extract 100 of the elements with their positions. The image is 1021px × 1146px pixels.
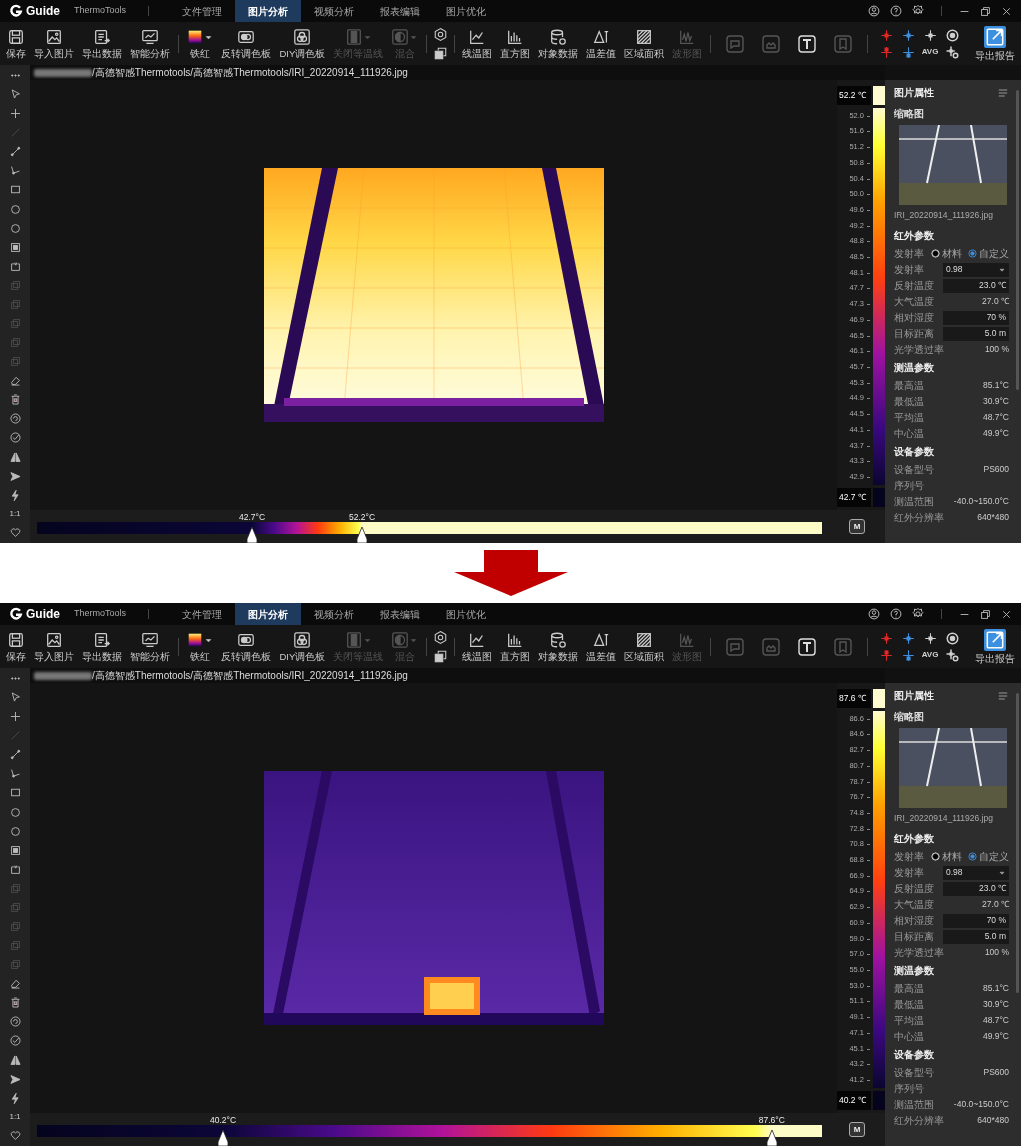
eraser-icon[interactable] <box>8 977 22 991</box>
tab[interactable]: 文件管理 <box>169 603 236 625</box>
smart-analysis-button[interactable]: 智能分析 <box>128 28 172 59</box>
circle-icon[interactable] <box>8 202 22 216</box>
palette-dropdown[interactable]: 铁红 <box>184 28 216 59</box>
maximize-icon[interactable] <box>979 607 992 621</box>
line-segment-icon[interactable] <box>8 145 22 159</box>
focus-square-icon[interactable] <box>8 240 22 254</box>
area-button[interactable]: 区域面积 <box>622 631 667 662</box>
import-image-button[interactable]: 导入图片 <box>32 631 76 662</box>
rotate-icon[interactable] <box>8 412 22 426</box>
input-field[interactable]: 70 % <box>943 310 1009 325</box>
pointer-icon[interactable] <box>8 88 22 102</box>
emissivity-dropdown[interactable]: 0.98 <box>943 865 1009 880</box>
crosshair-icon[interactable] <box>900 647 916 663</box>
crosshair-icon[interactable] <box>922 27 938 43</box>
zoom-ratio-button[interactable]: 1:1 <box>9 1110 21 1123</box>
heart-icon[interactable] <box>8 1128 22 1142</box>
polyline-icon[interactable] <box>8 767 22 781</box>
crosshair-icon[interactable] <box>922 630 938 646</box>
input-field[interactable]: 23.0 ℃ <box>943 881 1009 896</box>
slider-handle[interactable] <box>357 526 367 543</box>
check-circle-icon[interactable] <box>8 1034 22 1048</box>
lightning-icon[interactable] <box>8 488 22 502</box>
focus-square-icon[interactable] <box>8 843 22 857</box>
slider-handle[interactable] <box>218 1129 229 1146</box>
avg-label[interactable]: AVG <box>921 46 939 58</box>
radio-button[interactable] <box>968 852 977 862</box>
temperature-difference-button[interactable]: 温差值 <box>584 631 619 662</box>
avg-label[interactable]: AVG <box>921 649 939 661</box>
tab[interactable]: 图片优化 <box>433 603 500 625</box>
invert-palette-button[interactable]: 反转调色板 <box>219 28 274 59</box>
export-data-button[interactable]: 导出数据 <box>80 28 124 59</box>
hexagon-icon[interactable] <box>432 629 448 645</box>
copy-icon[interactable] <box>432 648 448 664</box>
diy-palette-button[interactable]: DIY调色板 <box>277 631 328 662</box>
send-icon[interactable] <box>8 1072 22 1086</box>
tab[interactable]: 视频分析 <box>301 0 368 22</box>
circle-icon[interactable] <box>8 221 22 235</box>
text-icon[interactable] <box>796 636 817 657</box>
import-image-button[interactable]: 导入图片 <box>32 28 76 59</box>
crosshair-icon[interactable] <box>8 107 22 121</box>
input-field[interactable]: 5.0 m <box>943 929 1009 944</box>
account-icon[interactable] <box>867 607 881 621</box>
pointer-icon[interactable] <box>8 691 22 705</box>
flip-icon[interactable] <box>8 450 22 464</box>
tab[interactable]: 文件管理 <box>169 0 236 22</box>
line-chart-button[interactable]: 线温图 <box>460 631 495 662</box>
maximize-icon[interactable] <box>979 4 992 18</box>
eraser-icon[interactable] <box>8 374 22 388</box>
input-field[interactable]: 70 % <box>943 913 1009 928</box>
input-field[interactable]: 5.0 m <box>943 326 1009 341</box>
radio-button[interactable] <box>968 249 977 259</box>
scrollbar[interactable] <box>1016 693 1019 993</box>
send-icon[interactable] <box>8 469 22 483</box>
flip-icon[interactable] <box>8 1053 22 1067</box>
palette-dropdown[interactable]: 铁红 <box>184 631 216 662</box>
area-button[interactable]: 区域面积 <box>622 28 667 59</box>
mode-button[interactable]: M <box>849 1122 865 1137</box>
text-icon[interactable] <box>796 33 817 54</box>
histogram-button[interactable]: 直方图 <box>498 28 533 59</box>
text-box-icon[interactable] <box>8 862 22 876</box>
lightning-icon[interactable] <box>8 1091 22 1105</box>
save-button[interactable]: 保存 <box>4 28 28 59</box>
export-report-button[interactable]: 导出报告 <box>973 629 1018 664</box>
zoom-ratio-button[interactable]: 1:1 <box>9 507 21 520</box>
smart-analysis-button[interactable]: 智能分析 <box>128 631 172 662</box>
copy-icon[interactable] <box>432 45 448 61</box>
crosshair-icon[interactable] <box>8 710 22 724</box>
mode-button[interactable]: M <box>849 519 865 534</box>
line-segment-icon[interactable] <box>8 748 22 762</box>
slider-handle[interactable] <box>766 1129 777 1146</box>
circle-icon[interactable] <box>8 824 22 838</box>
tab[interactable]: 图片分析 <box>235 0 302 22</box>
text-box-icon[interactable] <box>8 259 22 273</box>
target-icon[interactable] <box>944 27 960 43</box>
help-icon[interactable] <box>889 607 903 621</box>
help-icon[interactable] <box>889 4 903 18</box>
input-field[interactable]: 23.0 ℃ <box>943 278 1009 293</box>
tab[interactable]: 图片优化 <box>433 0 500 22</box>
save-button[interactable]: 保存 <box>4 631 28 662</box>
crosshair-icon[interactable] <box>944 44 960 60</box>
tab[interactable]: 视频分析 <box>301 603 368 625</box>
tab[interactable]: 报表编辑 <box>367 603 434 625</box>
object-data-button[interactable]: 对象数据 <box>536 28 581 59</box>
diy-palette-button[interactable]: DIY调色板 <box>277 28 328 59</box>
target-icon[interactable] <box>944 630 960 646</box>
crosshair-icon[interactable] <box>900 27 916 43</box>
polyline-icon[interactable] <box>8 164 22 178</box>
slider-handle[interactable] <box>247 526 258 543</box>
crosshair-icon[interactable] <box>900 630 916 646</box>
histogram-button[interactable]: 直方图 <box>498 631 533 662</box>
emissivity-dropdown[interactable]: 0.98 <box>943 262 1009 277</box>
export-data-button[interactable]: 导出数据 <box>80 631 124 662</box>
tab[interactable]: 报表编辑 <box>367 0 434 22</box>
object-data-button[interactable]: 对象数据 <box>536 631 581 662</box>
heart-icon[interactable] <box>8 525 22 539</box>
check-circle-icon[interactable] <box>8 431 22 445</box>
crosshair-icon[interactable] <box>944 647 960 663</box>
rotate-icon[interactable] <box>8 1015 22 1029</box>
